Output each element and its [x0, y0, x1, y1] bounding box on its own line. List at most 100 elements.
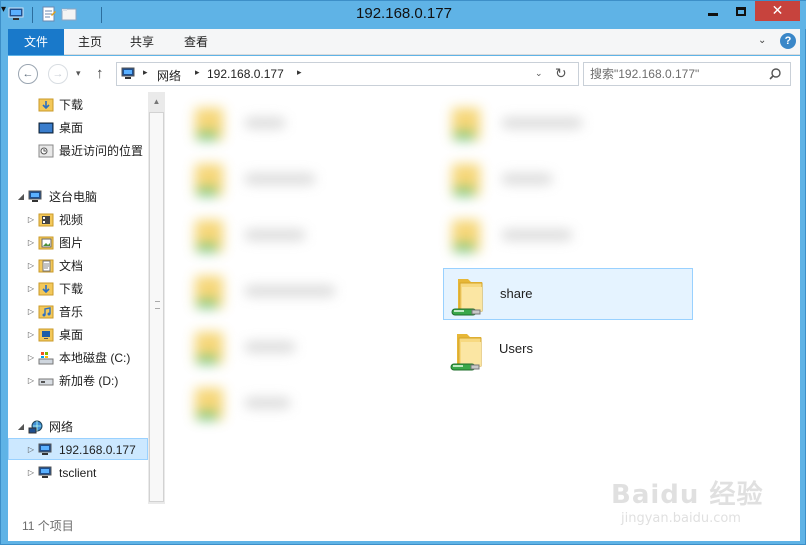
expand-ribbon-icon[interactable]: ⌄ — [758, 35, 766, 46]
up-arrow-icon[interactable]: ↑ — [96, 65, 104, 82]
obscured-folder[interactable] — [442, 210, 692, 262]
obscured-label — [245, 342, 295, 352]
breadcrumb-separator-icon[interactable]: ▸ — [143, 67, 148, 78]
nav-item-favorites-recent[interactable]: 最近访问的位置 — [8, 140, 148, 162]
obscured-label — [245, 174, 315, 184]
minimize-icon — [708, 12, 718, 16]
breadcrumb-separator-icon[interactable]: ▸ — [297, 67, 302, 78]
obscured-label — [245, 286, 335, 296]
obscured-folder[interactable] — [185, 378, 435, 430]
address-dropdown-icon[interactable]: ⌄ — [535, 68, 543, 79]
obscured-label — [502, 174, 552, 184]
search-input[interactable] — [590, 66, 760, 82]
obscured-folder[interactable] — [185, 322, 435, 374]
address-bar[interactable]: ▸ 网络 ▸ 192.168.0.177 ▸ ⌄ ↻ — [116, 62, 579, 86]
tab-share[interactable]: 共享 — [120, 29, 164, 55]
recent-places-icon — [38, 144, 54, 158]
nav-item-label: 图片 — [59, 236, 84, 250]
nav-item-music[interactable]: ▷ 音乐 — [8, 301, 148, 323]
navigation-pane: 下载 桌面 最近访问的位置 ◢ 这台电脑 ▷ 视频 ▷ 图片 ▷ 文档 ▷ 下载… — [8, 92, 148, 504]
collapse-arrow-icon[interactable]: ▷ — [26, 370, 36, 392]
obscured-label — [245, 230, 305, 240]
local-disk-icon — [38, 352, 54, 365]
file-list: share Users — [165, 92, 800, 517]
nav-item-tsclient[interactable]: ▷ tsclient — [8, 462, 148, 484]
shared-folder-icon — [450, 334, 482, 371]
shared-folder-icon — [195, 276, 223, 308]
nav-pane-scrollbar[interactable]: ▲ — [148, 92, 165, 504]
music-folder-icon — [38, 305, 54, 319]
obscured-folder[interactable] — [185, 154, 435, 206]
search-box[interactable] — [583, 62, 791, 86]
scroll-up-arrow-icon[interactable]: ▲ — [148, 94, 165, 110]
collapse-arrow-icon[interactable]: ▷ — [26, 301, 36, 323]
obscured-folder[interactable] — [442, 98, 692, 150]
baidu-watermark: Baidu 经验 jingyan.baidu.com — [611, 456, 771, 541]
collapse-arrow-icon[interactable]: ▷ — [26, 209, 36, 231]
recent-locations-dropdown-icon[interactable]: ▾ — [76, 68, 81, 79]
nav-item-pictures[interactable]: ▷ 图片 — [8, 232, 148, 254]
nav-item-desktop[interactable]: ▷ 桌面 — [8, 324, 148, 346]
obscured-folder[interactable] — [185, 266, 435, 318]
tab-view[interactable]: 查看 — [174, 29, 218, 55]
obscured-label — [502, 118, 582, 128]
desktop-icon — [38, 328, 54, 342]
collapse-arrow-icon[interactable]: ▷ — [26, 324, 36, 346]
obscured-folder[interactable] — [185, 210, 435, 262]
collapse-arrow-icon[interactable]: ▷ — [26, 439, 36, 461]
help-icon[interactable]: ? — [780, 33, 796, 49]
scrollbar-thumb[interactable] — [149, 112, 164, 502]
forward-button[interactable]: → — [48, 64, 68, 84]
expand-arrow-icon[interactable]: ◢ — [16, 416, 26, 438]
shared-folder-icon — [452, 108, 480, 140]
network-computer-icon — [38, 466, 52, 478]
collapse-arrow-icon[interactable]: ▷ — [26, 232, 36, 254]
explorer-window: ▾ 192.168.0.177 ✕ 文件 主页 共享 查看 ⌄ ? ← → ▾ … — [0, 0, 806, 545]
breadcrumb-host[interactable]: 192.168.0.177 — [207, 67, 284, 81]
pictures-folder-icon — [38, 236, 54, 250]
nav-item-new-volume-d[interactable]: ▷ 新加卷 (D:) — [8, 370, 148, 392]
nav-item-favorites-downloads[interactable]: 下载 — [8, 94, 148, 116]
network-computer-icon — [38, 443, 52, 455]
nav-item-label: 下载 — [59, 98, 84, 112]
ribbon-tabs: 文件 主页 共享 查看 ⌄ ? — [8, 29, 800, 55]
desktop-icon — [38, 122, 54, 134]
folder-users[interactable]: Users — [443, 324, 693, 376]
nav-item-favorites-desktop[interactable]: 桌面 — [8, 117, 148, 139]
nav-item-label: 文档 — [59, 259, 84, 273]
shared-folder-icon — [195, 108, 223, 140]
breadcrumb-separator-icon[interactable]: ▸ — [195, 67, 200, 78]
nav-item-network[interactable]: ◢ 网络 — [8, 416, 148, 438]
nav-item-label: 音乐 — [59, 305, 84, 319]
breadcrumb-network[interactable]: 网络 — [157, 67, 181, 84]
search-icon[interactable] — [768, 67, 782, 81]
collapse-arrow-icon[interactable]: ▷ — [26, 278, 36, 300]
nav-item-label: 网络 — [49, 420, 74, 434]
navigation-bar: ← → ▾ ↑ ▸ 网络 ▸ 192.168.0.177 ▸ ⌄ ↻ — [8, 56, 800, 92]
nav-item-this-pc[interactable]: ◢ 这台电脑 — [8, 186, 148, 208]
tab-home[interactable]: 主页 — [68, 29, 112, 55]
shared-folder-icon — [195, 220, 223, 252]
obscured-folder[interactable] — [442, 154, 692, 206]
folder-share[interactable]: share — [443, 268, 693, 320]
collapse-arrow-icon[interactable]: ▷ — [26, 462, 36, 484]
close-button[interactable]: ✕ — [755, 1, 800, 21]
title-bar[interactable]: ▾ 192.168.0.177 ✕ — [1, 1, 806, 29]
collapse-arrow-icon[interactable]: ▷ — [26, 347, 36, 369]
back-button[interactable]: ← — [18, 64, 38, 84]
nav-item-local-disk-c[interactable]: ▷ 本地磁盘 (C:) — [8, 347, 148, 369]
refresh-icon[interactable]: ↻ — [555, 65, 567, 82]
shared-folder-icon — [195, 332, 223, 364]
tab-file[interactable]: 文件 — [8, 29, 64, 55]
collapse-arrow-icon[interactable]: ▷ — [26, 255, 36, 277]
minimize-button[interactable] — [699, 1, 727, 21]
maximize-button[interactable] — [728, 1, 754, 21]
obscured-folder[interactable] — [185, 98, 435, 150]
close-icon: ✕ — [771, 3, 784, 19]
nav-item-documents[interactable]: ▷ 文档 — [8, 255, 148, 277]
expand-arrow-icon[interactable]: ◢ — [16, 186, 26, 208]
nav-item-host-192-168-0-177[interactable]: ▷ 192.168.0.177 — [8, 438, 148, 460]
shared-folder-icon — [452, 164, 480, 196]
nav-item-videos[interactable]: ▷ 视频 — [8, 209, 148, 231]
nav-item-downloads[interactable]: ▷ 下载 — [8, 278, 148, 300]
